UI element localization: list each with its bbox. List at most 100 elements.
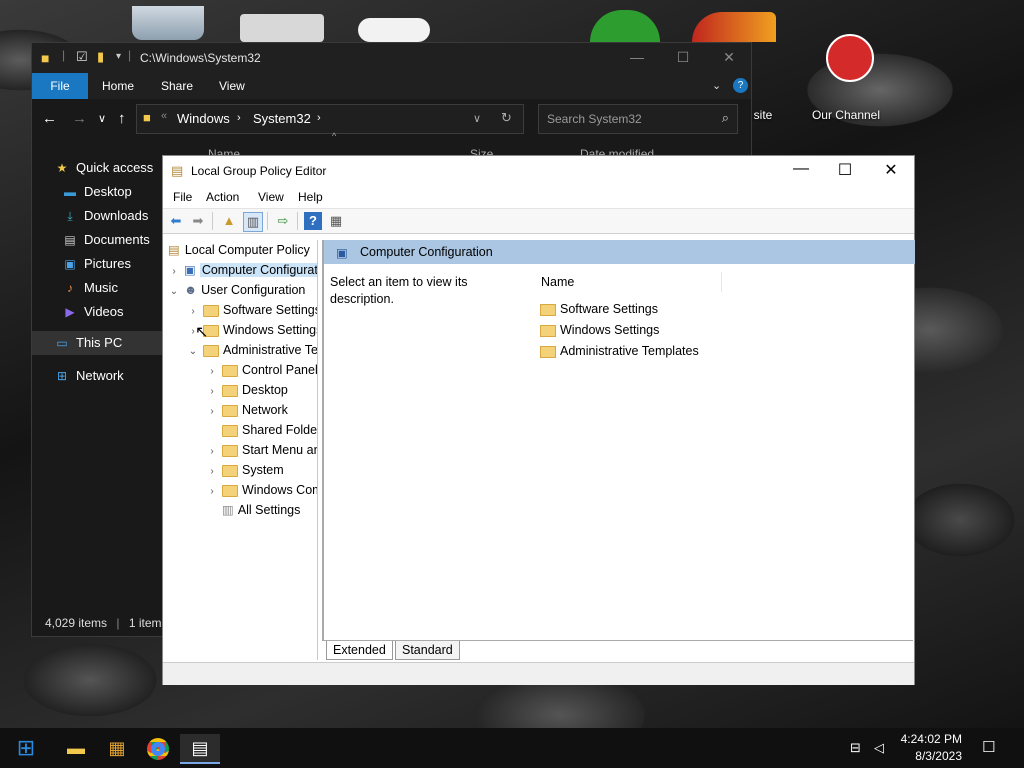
recent-locations-chevron-icon[interactable]: ∨ — [98, 112, 106, 125]
forward-arrow-icon[interactable]: ➡ — [189, 212, 207, 230]
chevron-right-icon[interactable]: › — [206, 403, 218, 421]
gamepad-icon[interactable] — [358, 18, 430, 42]
up-one-level-icon[interactable]: ▲ — [220, 212, 238, 230]
game-logo-icon[interactable] — [692, 12, 776, 42]
folder-icon — [203, 305, 219, 318]
tree-node-windows-components[interactable]: ›Windows Components — [206, 481, 317, 501]
refresh-icon[interactable]: ↻ — [501, 110, 512, 126]
list-item[interactable]: Windows Settings — [540, 323, 659, 337]
tree-node-computer-configuration[interactable]: ›▣Computer Configuration — [168, 261, 317, 281]
tree-node-administrative-templates[interactable]: ⌄Administrative Templates — [187, 341, 317, 361]
item-count: 4,029 items — [45, 616, 108, 630]
tab-standard[interactable]: Standard — [395, 641, 460, 660]
nav-item-videos[interactable]: ▶ Videos — [62, 304, 123, 319]
explorer-title-bar[interactable]: ■ | ☑ ▮ ▾ | C:\Windows\System32 — ☐ ✕ — [32, 43, 751, 73]
menu-view[interactable]: View — [258, 190, 284, 204]
file-explorer-icon[interactable]: ▬ — [56, 734, 96, 762]
nav-item-music[interactable]: ♪ Music — [62, 280, 118, 295]
menu-action[interactable]: Action — [206, 190, 239, 204]
tree-node-start-menu-and-taskbar[interactable]: ›Start Menu and Taskbar — [206, 441, 317, 461]
chevron-right-icon[interactable]: › — [206, 483, 218, 501]
ribbon-tab-file[interactable]: File — [32, 73, 88, 99]
ribbon-tab-share[interactable]: Share — [161, 79, 193, 93]
search-input[interactable]: Search System32 ⌕ — [538, 104, 738, 134]
chevron-right-icon[interactable]: › — [206, 363, 218, 381]
tree-node-user-configuration[interactable]: ⌄ ☻ User Configuration — [168, 281, 306, 301]
tree-node-system[interactable]: › System — [206, 461, 284, 479]
menu-file[interactable]: File — [173, 190, 192, 204]
nav-item-downloads[interactable]: ⤓ Downloads — [62, 208, 148, 224]
ribbon-tab-home[interactable]: Home — [102, 79, 134, 93]
list-item[interactable]: Administrative Templates — [540, 344, 699, 358]
chevron-right-icon[interactable]: › — [187, 303, 199, 321]
tree-node-shared-folders[interactable]: Shared Folders — [206, 421, 317, 439]
minimize-icon[interactable]: — — [622, 49, 652, 65]
nav-item-this-pc[interactable]: ▭ This PC — [32, 331, 162, 355]
network-icon[interactable]: ⊟ — [850, 740, 861, 756]
back-arrow-icon[interactable]: ← — [42, 110, 57, 127]
tab-extended[interactable]: Extended — [326, 641, 393, 660]
chevron-right-icon[interactable]: › — [206, 383, 218, 401]
back-arrow-icon[interactable]: ⬅ — [167, 212, 185, 230]
nav-item-desktop[interactable]: ▬ Desktop — [62, 184, 132, 199]
quick-access-toolbar-dropdown-icon[interactable]: ▾ — [116, 51, 121, 62]
maximize-icon[interactable]: ☐ — [668, 49, 698, 66]
tree-node-network[interactable]: › Network — [206, 401, 288, 419]
close-icon[interactable]: ✕ — [871, 160, 911, 180]
forward-arrow-icon[interactable]: → — [72, 110, 87, 127]
policy-editor-app-icon: ▤ — [171, 163, 184, 178]
nav-item-documents[interactable]: ▤ Documents — [62, 232, 149, 247]
address-bar[interactable]: ■ « Windows › System32 › ∨ ↻ — [136, 104, 524, 134]
play-channel-icon[interactable] — [826, 34, 874, 82]
minimize-icon[interactable]: — — [781, 160, 821, 178]
address-root[interactable]: « — [161, 110, 167, 122]
export-list-icon[interactable]: ⇨ — [274, 212, 292, 230]
nav-item-pictures[interactable]: ▣ Pictures — [62, 256, 131, 271]
ribbon-tab-view[interactable]: View — [219, 79, 245, 93]
group-policy-taskbar-icon[interactable]: ▤ — [180, 734, 220, 764]
properties-icon[interactable]: ▦ — [327, 212, 345, 230]
volume-muted-icon[interactable]: ◁ — [874, 740, 884, 756]
gpe-title-bar[interactable]: ▤ Local Group Policy Editor — ☐ ✕ — [163, 156, 914, 186]
microsoft-store-icon[interactable]: ▦ — [97, 734, 137, 762]
system-clock[interactable]: 4:24:02 PM 8/3/2023 — [901, 731, 962, 765]
breadcrumb-windows[interactable]: Windows — [177, 111, 230, 126]
address-dropdown-icon[interactable]: ∨ — [473, 112, 481, 125]
properties-icon[interactable]: ☑ — [76, 49, 88, 65]
chevron-right-icon[interactable]: › — [206, 463, 218, 481]
chevron-down-icon[interactable]: ⌄ — [168, 283, 180, 301]
help-icon[interactable]: ? — [733, 78, 748, 93]
ribbon-expand-icon[interactable]: ⌄ — [712, 79, 721, 92]
tree-node-desktop[interactable]: › Desktop — [206, 381, 288, 399]
toolbar: ⬅ ➡ ▲ ▥ ⇨ ? ▦ — [163, 208, 914, 234]
xbox-icon[interactable] — [590, 10, 660, 42]
breadcrumb-system32[interactable]: System32 — [253, 111, 311, 126]
maximize-icon[interactable]: ☐ — [825, 160, 865, 180]
chevron-down-icon[interactable]: ⌄ — [187, 343, 199, 361]
tree-node-software-settings[interactable]: › Software Settings — [187, 301, 317, 321]
close-icon[interactable]: ✕ — [714, 49, 744, 66]
nav-item-quick-access[interactable]: ★ Quick access — [54, 160, 154, 175]
notifications-icon[interactable]: ☐ — [982, 738, 995, 756]
show-hide-console-tree-icon[interactable]: ▥ — [243, 212, 263, 232]
trash-can-icon[interactable] — [132, 6, 204, 40]
search-icon[interactable]: ⌕ — [722, 110, 729, 126]
tree-node-local-computer-policy[interactable]: ▤ Local Computer Policy — [168, 241, 310, 259]
column-header-name[interactable]: Name — [533, 272, 722, 292]
folder-desktop-icon[interactable] — [240, 14, 324, 42]
chevron-right-icon[interactable]: › — [206, 443, 218, 461]
chevron-right-icon[interactable]: › — [168, 263, 180, 281]
menu-help[interactable]: Help — [298, 190, 323, 204]
windows-start-icon[interactable]: ⊞ — [6, 734, 46, 762]
new-folder-icon[interactable]: ▮ — [97, 49, 104, 65]
help-icon[interactable]: ? — [304, 212, 322, 230]
tree-node-all-settings[interactable]: ▥ All Settings — [206, 501, 300, 519]
tree-node-control-panel[interactable]: › Control Panel — [206, 361, 317, 381]
up-arrow-icon[interactable]: ↑ — [118, 110, 126, 127]
list-item[interactable]: Software Settings — [540, 302, 658, 316]
chrome-icon[interactable] — [138, 734, 178, 762]
desktop-icon-label[interactable]: site — [748, 108, 778, 122]
nav-item-network[interactable]: ⊞ Network — [54, 368, 124, 383]
group-policy-editor-window[interactable]: ▤ Local Group Policy Editor — ☐ ✕ File A… — [162, 155, 915, 685]
desktop-icon-label[interactable]: Our Channel — [800, 108, 892, 122]
